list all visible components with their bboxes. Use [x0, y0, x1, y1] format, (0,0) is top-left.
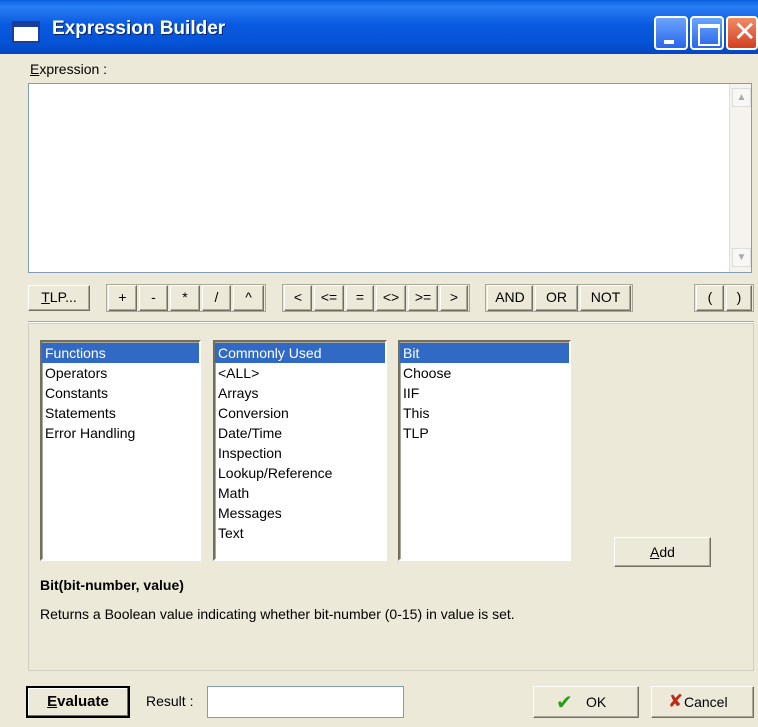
- result-label: Result :: [146, 693, 194, 709]
- operator-and-button[interactable]: AND: [487, 285, 533, 311]
- add-button[interactable]: Add: [614, 537, 711, 567]
- function-group-item[interactable]: Date/Time: [215, 423, 385, 443]
- checkmark-icon: ✔: [556, 690, 573, 714]
- window-title: Expression Builder: [52, 18, 226, 39]
- scroll-down-icon[interactable]: ▼: [732, 248, 751, 267]
- function-group-item[interactable]: Math: [215, 483, 385, 503]
- evaluate-button[interactable]: Evaluate: [26, 686, 130, 718]
- operator-lt-button[interactable]: <: [284, 285, 312, 311]
- function-signature: Bit(bit-number, value): [40, 577, 184, 593]
- function-group-item[interactable]: Arrays: [215, 383, 385, 403]
- cancel-button[interactable]: ✘ Cancel: [651, 686, 754, 718]
- function-group-item[interactable]: <ALL>: [215, 363, 385, 383]
- window-icon: [12, 21, 40, 43]
- operator-multiply-button[interactable]: *: [170, 285, 200, 311]
- minimize-button[interactable]: [654, 16, 688, 50]
- result-field[interactable]: [207, 686, 404, 718]
- ok-button[interactable]: ✔ OK: [533, 686, 639, 718]
- function-group-item[interactable]: Inspection: [215, 443, 385, 463]
- operator-not-button[interactable]: NOT: [580, 285, 631, 311]
- ok-label: OK: [586, 694, 607, 710]
- cancel-x-icon: ✘: [668, 691, 684, 712]
- operator-ge-button[interactable]: >=: [408, 285, 438, 311]
- function-item[interactable]: Bit: [400, 343, 569, 363]
- operator-minus-button[interactable]: -: [139, 285, 168, 311]
- function-item[interactable]: IIF: [400, 383, 569, 403]
- operator-divide-button[interactable]: /: [202, 285, 231, 311]
- operator-or-button[interactable]: OR: [535, 285, 578, 311]
- expression-scrollbar[interactable]: ▲ ▼: [729, 84, 751, 272]
- close-paren-button[interactable]: ): [726, 285, 752, 311]
- expression-label: Expression :: [30, 61, 108, 77]
- tlp-button[interactable]: TLP...: [28, 285, 90, 311]
- operator-gt-button[interactable]: >: [440, 285, 468, 311]
- function-group-list[interactable]: Commonly Used <ALL> Arrays Conversion Date/T…: [213, 340, 387, 561]
- category-item[interactable]: Operators: [42, 363, 199, 383]
- operator-ne-button[interactable]: <>: [376, 285, 406, 311]
- function-group-item[interactable]: Conversion: [215, 403, 385, 423]
- category-item[interactable]: Statements: [42, 403, 199, 423]
- category-item[interactable]: Error Handling: [42, 423, 199, 443]
- function-group-item[interactable]: Lookup/Reference: [215, 463, 385, 483]
- category-item[interactable]: Constants: [42, 383, 199, 403]
- category-list[interactable]: Functions Operators Constants Statements Err…: [40, 340, 201, 561]
- operator-eq-button[interactable]: =: [346, 285, 374, 311]
- category-item[interactable]: Functions: [42, 343, 199, 363]
- cancel-label: Cancel: [684, 694, 728, 710]
- operator-power-button[interactable]: ^: [233, 285, 264, 311]
- close-icon: ✕: [733, 15, 757, 48]
- operator-le-button[interactable]: <=: [314, 285, 344, 311]
- expression-textarea[interactable]: [28, 83, 752, 273]
- function-description: Returns a Boolean value indicating wheth…: [40, 606, 515, 622]
- operator-plus-button[interactable]: +: [108, 285, 137, 311]
- open-paren-button[interactable]: (: [696, 285, 724, 311]
- function-item[interactable]: Choose: [400, 363, 569, 383]
- function-item[interactable]: This: [400, 403, 569, 423]
- function-group-item[interactable]: Text: [215, 523, 385, 543]
- close-button[interactable]: ✕: [726, 16, 758, 50]
- scroll-up-icon[interactable]: ▲: [732, 88, 751, 107]
- maximize-button[interactable]: [690, 16, 724, 50]
- function-item[interactable]: TLP: [400, 423, 569, 443]
- function-list[interactable]: Bit Choose IIF This TLP: [398, 340, 571, 561]
- function-group-item[interactable]: Messages: [215, 503, 385, 523]
- function-group-item[interactable]: Commonly Used: [215, 343, 385, 363]
